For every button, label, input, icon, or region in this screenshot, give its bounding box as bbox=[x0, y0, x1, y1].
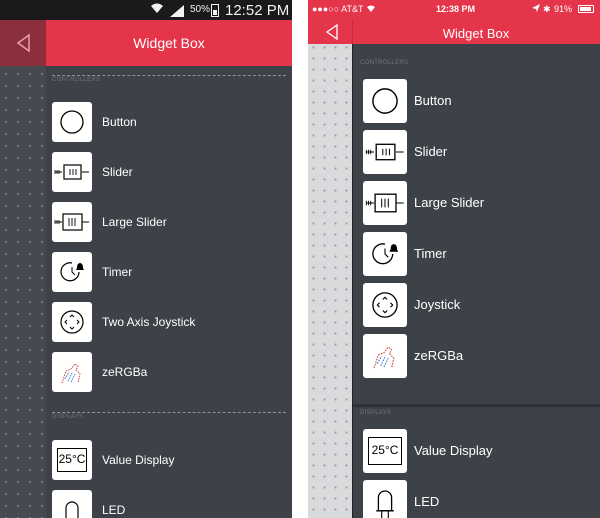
timer-icon bbox=[52, 252, 92, 292]
widget-item-value-display[interactable]: 25°C Value Display bbox=[52, 440, 282, 482]
widget-item-large-slider[interactable]: Large Slider bbox=[363, 181, 593, 225]
button-icon bbox=[52, 102, 92, 142]
widget-item-label: Slider bbox=[102, 165, 133, 179]
zergba-icon bbox=[363, 334, 407, 378]
ios-screen: ●●●○○ AT&T 12:38 PM ✱ 91% Widget Box CON… bbox=[308, 0, 600, 518]
timer-icon bbox=[363, 232, 407, 276]
value-display-icon: 25°C bbox=[363, 429, 407, 473]
widget-item-slider[interactable]: Slider bbox=[363, 130, 593, 174]
section-divider bbox=[353, 404, 600, 407]
widget-item-timer[interactable]: Timer bbox=[363, 232, 593, 276]
widget-item-label: Button bbox=[414, 93, 452, 108]
widget-item-value-display[interactable]: 25°C Value Display bbox=[363, 429, 593, 473]
widget-item-label: Joystick bbox=[414, 297, 461, 312]
led-icon bbox=[52, 490, 92, 518]
signal-icon bbox=[170, 5, 184, 17]
dashboard-canvas[interactable] bbox=[0, 20, 46, 518]
section-divider bbox=[52, 75, 286, 76]
widget-item-label: LED bbox=[414, 494, 440, 509]
widget-item-slider[interactable]: Slider bbox=[52, 152, 282, 194]
widget-item-label: Value Display bbox=[102, 453, 175, 467]
bluetooth-icon: ✱ bbox=[543, 4, 551, 14]
widget-item-timer[interactable]: Timer bbox=[52, 252, 282, 294]
carrier-label: ●●●○○ AT&T bbox=[312, 4, 364, 14]
location-icon bbox=[532, 4, 540, 15]
widget-item-zergba[interactable]: zeRGBa bbox=[52, 352, 282, 394]
section-label-displays: DISPLAYS bbox=[52, 414, 84, 420]
widget-item-joystick[interactable]: Joystick bbox=[363, 283, 593, 327]
slider-icon bbox=[52, 152, 92, 192]
widget-item-label: Large Slider bbox=[414, 195, 485, 210]
page-title: Widget Box bbox=[133, 35, 205, 51]
widget-item-label: Slider bbox=[414, 144, 448, 159]
section-label-displays: DISPLAYS bbox=[360, 410, 392, 416]
value-display-icon-text: 25°C bbox=[371, 443, 399, 457]
widget-item-label: Large Slider bbox=[102, 215, 167, 229]
widget-item-led[interactable]: LED bbox=[52, 490, 282, 518]
widget-item-led[interactable]: LED bbox=[363, 480, 593, 518]
widget-item-label: zeRGBa bbox=[102, 365, 148, 379]
widget-item-label: Timer bbox=[414, 246, 447, 261]
joystick-icon bbox=[52, 302, 92, 342]
battery-percent: 91% bbox=[554, 4, 573, 14]
page-title: Widget Box bbox=[442, 26, 510, 41]
widget-item-zergba[interactable]: zeRGBa bbox=[363, 334, 593, 378]
status-time: 12:52 PM bbox=[225, 2, 290, 19]
wifi-icon bbox=[150, 2, 164, 17]
widget-item-label: Value Display bbox=[414, 443, 493, 458]
back-arrow-icon[interactable] bbox=[324, 23, 340, 41]
widget-item-button[interactable]: Button bbox=[52, 102, 282, 144]
zergba-icon bbox=[52, 352, 92, 392]
widget-item-label: Two Axis Joystick bbox=[102, 315, 196, 329]
widget-item-label: Timer bbox=[102, 265, 133, 279]
status-bar: ●●●○○ AT&T 12:38 PM ✱ 91% bbox=[308, 0, 600, 20]
button-icon bbox=[363, 79, 407, 123]
status-time: 12:38 PM bbox=[436, 4, 476, 14]
widget-box-drawer: CONTROLLERS Button Slider Large Slider T… bbox=[352, 44, 600, 518]
large-slider-icon bbox=[52, 202, 92, 242]
led-icon bbox=[363, 480, 407, 518]
back-arrow-icon[interactable] bbox=[14, 33, 34, 53]
widget-item-two-axis-joystick[interactable]: Two Axis Joystick bbox=[52, 302, 282, 344]
widget-box-drawer: CONTROLLERS Button Slider Large Slider T… bbox=[46, 66, 292, 518]
slider-icon bbox=[363, 130, 407, 174]
widget-item-label: zeRGBa bbox=[414, 348, 464, 363]
value-display-icon-text: 25°C bbox=[58, 452, 86, 466]
battery-icon bbox=[211, 4, 219, 17]
android-screen: 50% 12:52 PM Widget Box CONTROLLERS Butt… bbox=[0, 0, 292, 518]
large-slider-icon bbox=[363, 181, 407, 225]
dashboard-canvas[interactable] bbox=[308, 20, 352, 518]
joystick-icon bbox=[363, 283, 407, 327]
section-divider bbox=[52, 412, 286, 413]
widget-item-button[interactable]: Button bbox=[363, 79, 593, 123]
widget-item-large-slider[interactable]: Large Slider bbox=[52, 202, 282, 244]
battery-icon bbox=[578, 5, 594, 13]
status-bar: 50% 12:52 PM bbox=[0, 0, 292, 20]
widget-item-label: Button bbox=[102, 115, 137, 129]
section-label-controllers: CONTROLLERS bbox=[52, 77, 101, 83]
section-label-controllers: CONTROLLERS bbox=[360, 60, 409, 66]
widget-item-label: LED bbox=[102, 503, 126, 517]
wifi-icon bbox=[366, 4, 376, 15]
value-display-icon: 25°C bbox=[52, 440, 92, 480]
battery-percent: 50% bbox=[190, 4, 211, 15]
